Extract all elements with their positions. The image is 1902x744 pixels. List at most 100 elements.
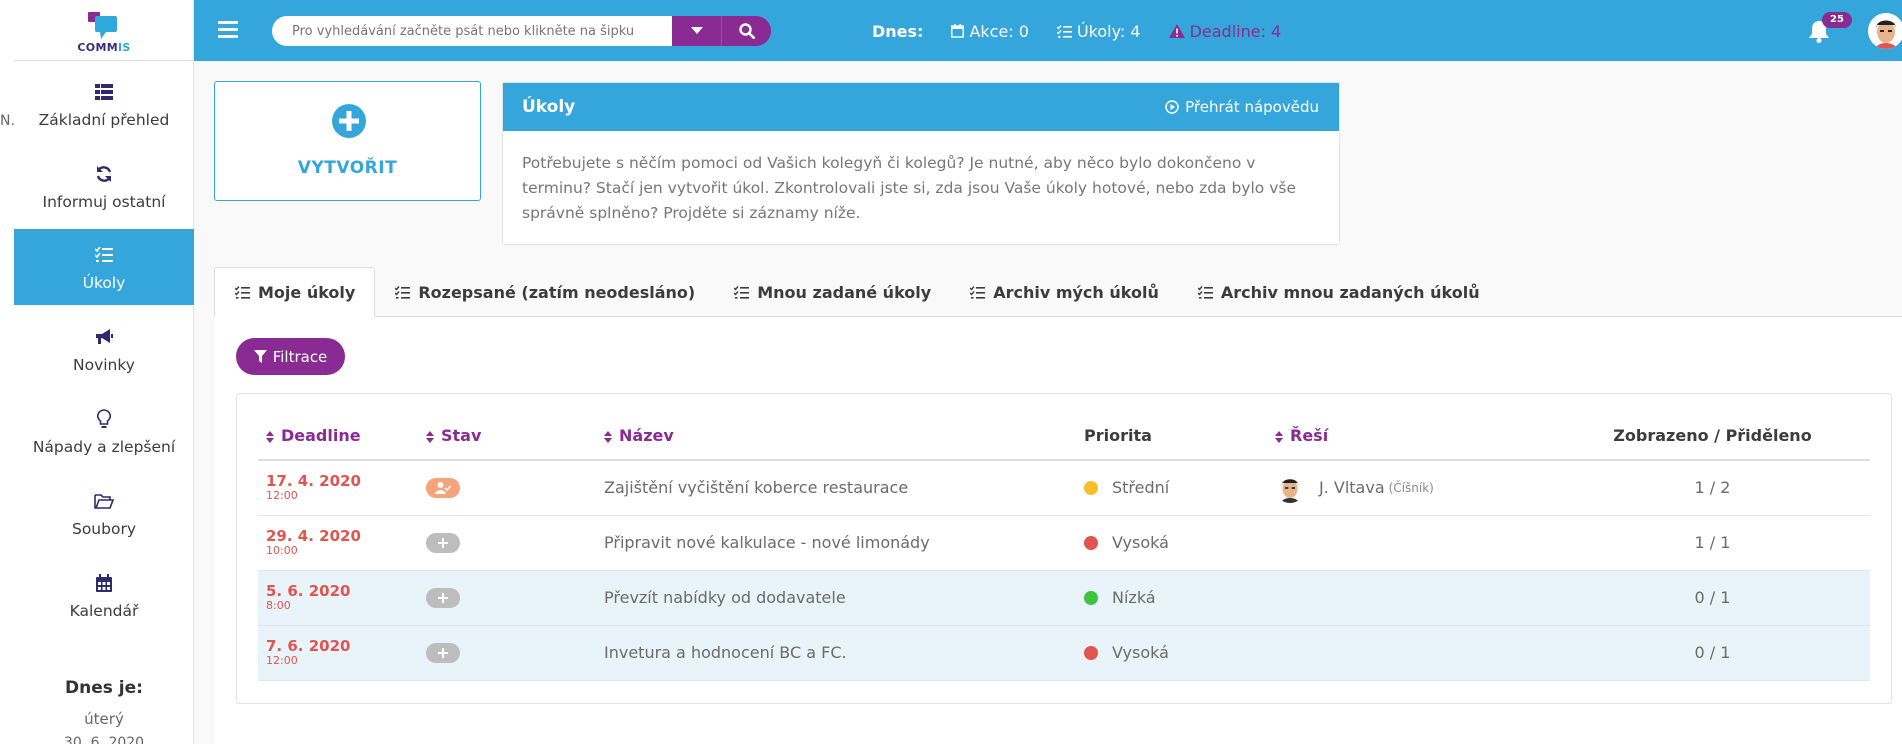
logo[interactable]: COMMIS (14, 0, 194, 61)
status-assigned-badge[interactable] (426, 477, 460, 498)
priority-dot (1084, 535, 1098, 550)
status-cell (418, 570, 596, 626)
header-nazev[interactable]: Název (596, 412, 1076, 461)
warning-icon (1168, 24, 1185, 38)
sidebar-item-ukoly[interactable]: Úkoly (14, 229, 194, 305)
today-date: 30. 6. 2020 (63, 735, 145, 744)
sidebar-item-zakladni-prehled[interactable]: Základní přehled (14, 66, 194, 142)
solver-cell: J. Vltava (Číšník) (1267, 460, 1555, 516)
akce-stat[interactable]: Akce: 0 (951, 22, 1029, 41)
tasks-icon (95, 247, 113, 262)
sidebar-item-label: Informuj ostatní (42, 193, 166, 211)
play-circle-icon (1165, 100, 1179, 114)
header-priorita: Priorita (1076, 412, 1267, 461)
logo-mark-icon (88, 12, 117, 39)
priority-dot (1084, 480, 1098, 495)
deadline-stat[interactable]: Deadline: 4 (1168, 22, 1281, 41)
tasks-table-card: Deadline Stav Název Priorita Řeší Zobraz… (236, 393, 1892, 704)
plus-icon (438, 647, 448, 658)
tab-moje-ukoly[interactable]: Moje úkoly (214, 267, 376, 318)
table-row[interactable]: 5. 6. 2020 8:00 Převzít nabídky od dodava… (258, 570, 1870, 626)
tasks-icon (734, 285, 750, 299)
sidebar-item-label: Novinky (73, 356, 135, 374)
info-title: Úkoly (522, 97, 576, 117)
task-name[interactable]: Invetura a hodnocení BC a FC. (596, 625, 1076, 681)
view-count: 0 / 1 (1555, 570, 1870, 626)
header-stav[interactable]: Stav (418, 412, 596, 461)
notification-badge: 25 (1822, 12, 1852, 28)
sidebar-item-soubory[interactable]: Soubory (14, 475, 194, 551)
megaphone-icon (96, 329, 113, 344)
task-name[interactable]: Zajištění vyčištění koberce restaurace (596, 460, 1076, 516)
tab-content: Filtrace Deadline Stav Název Priorita Ře… (214, 317, 1902, 744)
search-input[interactable] (272, 16, 672, 46)
header-zobrazeno: Zobrazeno / Přiděleno (1555, 412, 1870, 461)
status-cell (418, 460, 596, 516)
table-row[interactable]: 7. 6. 2020 12:00 Invetura a hodnocení BC … (258, 625, 1870, 681)
status-cell (418, 625, 596, 681)
sidebar-item-label: Úkoly (82, 274, 126, 292)
play-help-button[interactable]: Přehrát nápovědu (1165, 98, 1319, 116)
sidebar-item-label: Nápady a zlepšení (32, 438, 176, 456)
sidebar-item-informuj-ostatni[interactable]: Informuj ostatní (14, 148, 194, 224)
sort-icon (604, 430, 612, 443)
sidebar-item-label: Základní přehled (38, 111, 170, 129)
deadline-cell: 17. 4. 2020 12:00 (258, 460, 418, 516)
filter-icon (253, 350, 267, 363)
header-stats: Dnes: Akce: 0 Úkoly: 4 Deadline: 4 (872, 20, 1309, 42)
header-resi[interactable]: Řeší (1267, 412, 1555, 461)
table-row[interactable]: 17. 4. 2020 12:00 Zajištění vyčištění kob… (258, 460, 1870, 516)
info-panel: Úkoly Přehrát nápovědu Potřebujete s něč… (502, 82, 1340, 245)
info-panel-header: Úkoly Přehrát nápovědu (503, 83, 1339, 131)
tasks-table: Deadline Stav Název Priorita Řeší Zobraz… (258, 412, 1870, 681)
view-count: 1 / 1 (1555, 515, 1870, 571)
create-label: VYTVOŘIT (297, 158, 398, 178)
deadline-cell: 5. 6. 2020 8:00 (258, 570, 418, 626)
menu-toggle-icon[interactable] (218, 21, 238, 39)
tasks-icon (1197, 285, 1213, 299)
create-task-button[interactable]: VYTVOŘIT (214, 81, 481, 201)
tab-rozepsane[interactable]: Rozepsané (zatím neodesláno) (375, 267, 714, 317)
tab-mnou-zadane[interactable]: Mnou zadané úkoly (714, 267, 950, 317)
status-new-badge[interactable] (426, 532, 460, 553)
avatar-face-icon (1868, 13, 1902, 49)
today-stat-label: Dnes: (872, 21, 924, 41)
ukoly-stat[interactable]: Úkoly: 4 (1056, 22, 1141, 41)
filter-button[interactable]: Filtrace (236, 338, 345, 375)
folder-open-icon (94, 494, 114, 509)
solver-avatar (1275, 472, 1305, 503)
sort-icon (426, 430, 434, 443)
tab-bar: Moje úkoly Rozepsané (zatím neodesláno) … (214, 267, 1902, 318)
user-check-icon (435, 481, 451, 494)
table-row[interactable]: 29. 4. 2020 10:00 Připravit nové kalkulac… (258, 515, 1870, 571)
avatar-face-icon (1275, 472, 1305, 503)
sync-icon (96, 166, 112, 182)
user-avatar[interactable] (1868, 13, 1902, 49)
search-button[interactable] (721, 16, 771, 46)
status-new-badge[interactable] (426, 587, 460, 608)
search-icon (738, 23, 755, 39)
tab-archiv-mnou-zadanych[interactable]: Archiv mnou zadaných úkolů (1178, 267, 1499, 317)
task-name[interactable]: Připravit nové kalkulace - nové limonády (596, 515, 1076, 571)
search-dropdown-button[interactable] (672, 16, 721, 46)
solver-cell (1267, 570, 1555, 626)
today-label: Dnes je: (65, 678, 143, 698)
header-deadline[interactable]: Deadline (258, 412, 418, 461)
priority-cell: Nízká (1076, 570, 1267, 626)
deadline-cell: 29. 4. 2020 10:00 (258, 515, 418, 571)
sidebar-item-novinky[interactable]: Novinky (14, 311, 194, 387)
calendar-icon (951, 24, 965, 38)
plus-circle-icon (332, 104, 366, 138)
sidebar-item-kalendar[interactable]: Kalendář (14, 557, 194, 633)
table-header-row: Deadline Stav Název Priorita Řeší Zobraz… (258, 412, 1870, 461)
logo-text: COMMIS (77, 41, 131, 54)
sort-icon (1275, 430, 1283, 443)
tab-archiv-mych[interactable]: Archiv mých úkolů (950, 267, 1178, 317)
status-new-badge[interactable] (426, 642, 460, 663)
sidebar-item-napady[interactable]: Nápady a zlepšení (14, 393, 194, 469)
sidebar-edge-text: N. (0, 113, 15, 129)
solver-cell (1267, 625, 1555, 681)
table-list-icon (95, 84, 113, 100)
caret-down-icon (690, 27, 703, 34)
task-name[interactable]: Převzít nabídky od dodavatele (596, 570, 1076, 626)
